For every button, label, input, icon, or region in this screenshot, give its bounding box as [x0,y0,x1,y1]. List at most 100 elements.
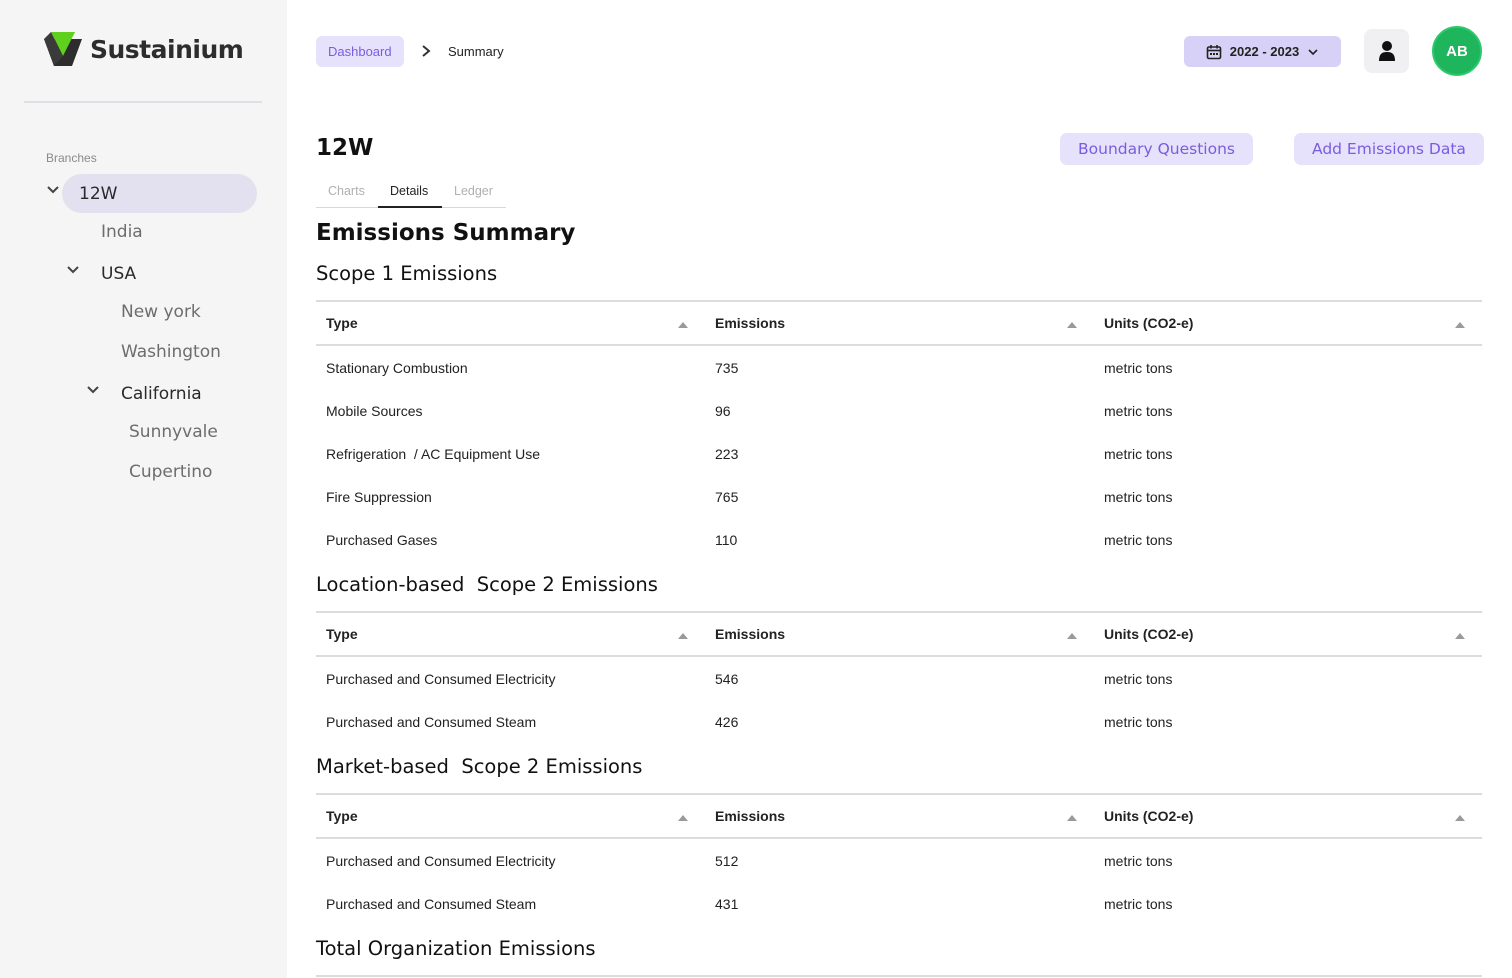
cell-units: metric tons [1104,671,1173,687]
cell-emissions: 735 [715,360,739,376]
branches-label: Branches [46,151,97,165]
sort-ascending-icon[interactable] [677,814,689,822]
cell-type: Refrigeration / AC Equipment Use [326,446,540,462]
table-header: Type Emissions Units (CO2-e) [316,793,1482,839]
cell-type: Purchased Gases [326,532,438,548]
chevron-down-icon[interactable] [86,383,100,397]
cell-type: Purchased and Consumed Electricity [326,671,556,687]
avatar[interactable]: AB [1432,26,1482,76]
chevron-right-icon [422,45,431,57]
column-header-emissions[interactable]: Emissions [715,626,785,642]
cell-emissions: 223 [715,446,739,462]
total-emissions-heading: Total Organization Emissions [316,937,596,960]
cell-type: Mobile Sources [326,403,423,419]
table-row[interactable]: Purchased and Consumed Electricity 512 m… [316,839,1482,882]
column-header-type[interactable]: Type [326,315,358,331]
year-range-selector[interactable]: 2022 - 2023 [1184,36,1341,67]
sort-ascending-icon[interactable] [1454,814,1466,822]
table-header: Type Emissions Units (CO2-e) [316,611,1482,657]
cell-units: metric tons [1104,853,1173,869]
active-tab-indicator [378,206,442,208]
cell-emissions: 765 [715,489,739,505]
column-header-type[interactable]: Type [326,626,358,642]
section-heading: Market-based Scope 2 Emissions [316,755,643,778]
cell-units: metric tons [1104,896,1173,912]
cell-emissions: 512 [715,853,739,869]
add-emissions-data-button[interactable]: Add Emissions Data [1294,133,1484,165]
tree-item-india[interactable]: India [101,222,143,242]
cell-emissions: 431 [715,896,739,912]
table-row[interactable]: Stationary Combustion 735 metric tons [316,346,1482,389]
sidebar: Sustainium Branches 12W India USA New yo… [0,0,287,978]
cell-emissions: 426 [715,714,739,730]
table-header: Type Emissions Units (CO2-e) [316,300,1482,346]
cell-units: metric tons [1104,489,1173,505]
year-range-label: 2022 - 2023 [1229,44,1300,59]
cell-units: metric tons [1104,532,1173,548]
tree-item-cupertino[interactable]: Cupertino [129,462,212,482]
table-row[interactable]: Purchased and Consumed Steam 431 metric … [316,882,1482,925]
cell-type: Fire Suppression [326,489,432,505]
cell-units: metric tons [1104,446,1173,462]
scope1-table: Type Emissions Units (CO2-e) Stationary … [316,300,1482,561]
cell-type: Purchased and Consumed Steam [326,896,537,912]
cell-type: Stationary Combustion [326,360,468,376]
table-row[interactable]: Fire Suppression 765 metric tons [316,475,1482,518]
section-heading: Location-based Scope 2 Emissions [316,573,658,596]
section-heading: Scope 1 Emissions [316,262,498,285]
table-row[interactable]: Purchased Gases 110 metric tons [316,518,1482,561]
chevron-down-icon[interactable] [46,183,60,197]
page-title: 12W [316,135,374,161]
column-header-emissions[interactable]: Emissions [715,808,785,824]
sort-ascending-icon[interactable] [1454,321,1466,329]
tab-charts[interactable]: Charts [328,184,365,198]
sort-ascending-icon[interactable] [1066,632,1078,640]
tree-item-sunnyvale[interactable]: Sunnyvale [129,422,218,442]
cell-emissions: 110 [715,532,738,548]
column-header-type[interactable]: Type [326,808,358,824]
cell-units: metric tons [1104,714,1173,730]
tabs: Charts Details Ledger [316,177,506,208]
breadcrumb-current: Summary [448,44,504,59]
chevron-down-icon[interactable] [66,263,80,277]
chevron-down-icon [1308,48,1318,55]
sustainium-logo-icon [44,32,82,66]
column-header-emissions[interactable]: Emissions [715,315,785,331]
sort-ascending-icon[interactable] [1454,632,1466,640]
table-row[interactable]: Mobile Sources 96 metric tons [316,389,1482,432]
table-row[interactable]: Refrigeration / AC Equipment Use 223 met… [316,432,1482,475]
tree-item-12w[interactable]: 12W [79,184,117,204]
sort-ascending-icon[interactable] [677,632,689,640]
boundary-questions-button[interactable]: Boundary Questions [1060,133,1253,165]
cell-type: Purchased and Consumed Steam [326,714,537,730]
column-header-units[interactable]: Units (CO2-e) [1104,808,1193,824]
tree-item-california[interactable]: California [121,384,202,404]
location-scope2-table: Type Emissions Units (CO2-e) Purchased a… [316,611,1482,743]
cell-emissions: 546 [715,671,739,687]
tree-item-washington[interactable]: Washington [121,342,221,362]
table-row[interactable]: Purchased and Consumed Electricity 546 m… [316,657,1482,700]
brand-logo[interactable]: Sustainium [42,30,244,68]
user-icon [1378,41,1395,61]
cell-units: metric tons [1104,360,1173,376]
table-row[interactable]: Purchased and Consumed Steam 426 metric … [316,700,1482,743]
market-scope2-table: Type Emissions Units (CO2-e) Purchased a… [316,793,1482,925]
breadcrumb-dashboard[interactable]: Dashboard [316,36,404,67]
user-profile-button[interactable] [1364,29,1409,73]
brand-name: Sustainium [90,34,244,64]
calendar-icon [1206,44,1222,59]
sort-ascending-icon[interactable] [1066,321,1078,329]
tab-ledger[interactable]: Ledger [454,184,493,198]
column-header-units[interactable]: Units (CO2-e) [1104,626,1193,642]
column-header-units[interactable]: Units (CO2-e) [1104,315,1193,331]
sort-ascending-icon[interactable] [677,321,689,329]
sort-ascending-icon[interactable] [1066,814,1078,822]
tab-details[interactable]: Details [390,184,428,198]
tree-item-new-york[interactable]: New york [121,302,201,322]
cell-emissions: 96 [715,403,731,419]
tree-item-usa[interactable]: USA [101,264,136,284]
emissions-summary-heading: Emissions Summary [316,220,576,246]
cell-units: metric tons [1104,403,1173,419]
sidebar-divider [24,101,262,103]
table-divider [316,975,1482,977]
